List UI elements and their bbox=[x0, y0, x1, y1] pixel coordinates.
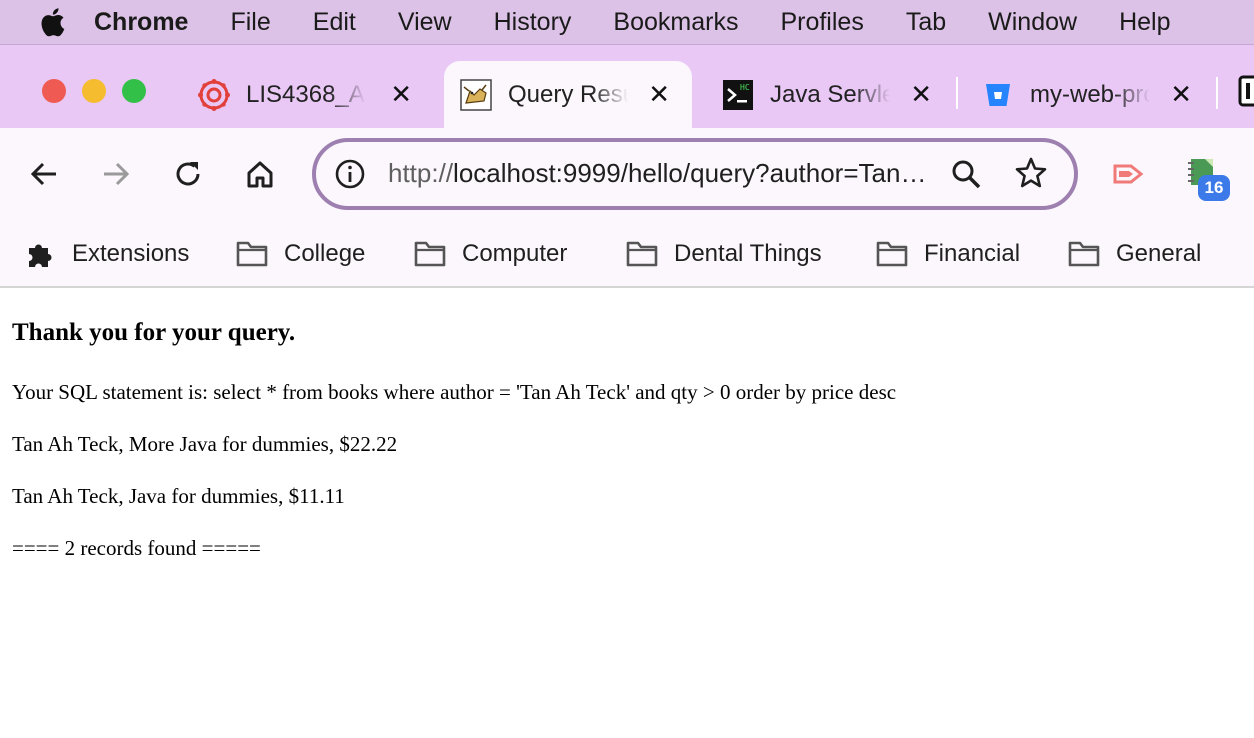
tab-title: Java Servlet bbox=[770, 81, 890, 108]
tab-separator bbox=[1216, 77, 1218, 109]
address-bar[interactable]: http://localhost:9999/hello/query?author… bbox=[312, 138, 1078, 210]
tab-strip: LIS4368_A ✕ Query Results ✕ HC Java Serv… bbox=[0, 44, 1254, 129]
forward-arrow-icon[interactable] bbox=[98, 156, 134, 192]
close-window-button[interactable] bbox=[42, 79, 66, 103]
tab-close-icon[interactable]: ✕ bbox=[910, 81, 932, 107]
bookmark-folder-college[interactable]: College bbox=[236, 234, 365, 274]
extension-badge: 16 bbox=[1198, 175, 1230, 201]
menu-window[interactable]: Window bbox=[988, 8, 1077, 37]
records-summary: ==== 2 records found ===== bbox=[12, 536, 261, 560]
bookmark-folder-computer[interactable]: Computer bbox=[414, 234, 567, 274]
tab-my-web-project[interactable]: my-web-project ✕ bbox=[982, 61, 1192, 129]
bookmark-folder-general[interactable]: General bbox=[1068, 234, 1201, 274]
tab-close-icon[interactable]: ✕ bbox=[648, 81, 670, 107]
menu-view[interactable]: View bbox=[398, 8, 452, 37]
folder-icon bbox=[626, 238, 658, 270]
menu-bookmarks[interactable]: Bookmarks bbox=[613, 8, 738, 37]
minimize-window-button[interactable] bbox=[82, 79, 106, 103]
tab-title: Query Results bbox=[508, 81, 628, 108]
menu-chrome[interactable]: Chrome bbox=[94, 8, 188, 37]
page-heading: Thank you for your query. bbox=[12, 319, 296, 346]
zoom-icon[interactable] bbox=[950, 158, 982, 190]
folder-icon bbox=[414, 238, 446, 270]
bookmark-label: General bbox=[1116, 240, 1202, 267]
tab-close-icon[interactable]: ✕ bbox=[390, 81, 412, 107]
menu-help[interactable]: Help bbox=[1119, 8, 1170, 37]
bookmark-label: College bbox=[284, 240, 366, 267]
home-icon[interactable] bbox=[242, 156, 278, 192]
menu-history[interactable]: History bbox=[494, 8, 572, 37]
result-row: Tan Ah Teck, Java for dummies, $11.11 bbox=[12, 484, 345, 508]
tab-separator bbox=[956, 77, 958, 109]
bookmark-label: Extensions bbox=[72, 240, 190, 267]
terminal-icon: HC bbox=[722, 79, 754, 111]
sql-statement: Your SQL statement is: select * from boo… bbox=[12, 380, 897, 404]
url-path: localhost:9999/hello/query?author=Tan+Ah… bbox=[453, 158, 936, 188]
url-scheme: http:// bbox=[388, 158, 454, 188]
tab-java-servlet[interactable]: HC Java Servlet ✕ bbox=[722, 61, 932, 129]
menu-file[interactable]: File bbox=[230, 8, 270, 37]
bookmark-star-icon[interactable] bbox=[1014, 156, 1048, 190]
canvas-icon bbox=[198, 79, 230, 111]
tab-lis4368[interactable]: LIS4368_A ✕ bbox=[198, 61, 412, 129]
macos-menu-bar: Chrome File Edit View History Bookmarks … bbox=[0, 0, 1254, 44]
bookmark-folder-dental-things[interactable]: Dental Things bbox=[626, 234, 822, 274]
browser-toolbar: http://localhost:9999/hello/query?author… bbox=[0, 128, 1254, 220]
page-content: Thank you for your query. Your SQL state… bbox=[0, 290, 1254, 738]
bookmark-folder-financial[interactable]: Financial bbox=[876, 234, 1020, 274]
puzzle-piece-icon bbox=[24, 238, 56, 270]
tab-title: my-web-project bbox=[1030, 81, 1150, 108]
cast-extension-icon[interactable] bbox=[1112, 156, 1148, 192]
apple-logo-icon[interactable] bbox=[38, 7, 66, 37]
menu-profiles[interactable]: Profiles bbox=[780, 8, 863, 37]
menu-edit[interactable]: Edit bbox=[313, 8, 356, 37]
tab-title: LIS4368_A bbox=[246, 81, 365, 108]
svg-text:HC: HC bbox=[740, 83, 750, 92]
bitbucket-icon bbox=[982, 79, 1014, 111]
bookmark-label: Financial bbox=[924, 240, 1021, 267]
folder-icon bbox=[876, 238, 908, 270]
overflow-tab-icon[interactable] bbox=[1238, 75, 1254, 107]
url-text[interactable]: http://localhost:9999/hello/query?author… bbox=[388, 158, 936, 189]
tab-query-results[interactable]: Query Results ✕ bbox=[444, 61, 692, 129]
bookmark-extensions[interactable]: Extensions bbox=[24, 234, 189, 274]
reload-icon[interactable] bbox=[170, 156, 206, 192]
tab-close-icon[interactable]: ✕ bbox=[1170, 81, 1192, 107]
bookmark-label: Computer bbox=[462, 240, 568, 267]
folder-icon bbox=[1068, 238, 1100, 270]
back-arrow-icon[interactable] bbox=[26, 156, 62, 192]
site-info-icon[interactable] bbox=[334, 158, 366, 190]
fullscreen-window-button[interactable] bbox=[122, 79, 146, 103]
bookmarks-bar: Extensions College Computer Dental Thing… bbox=[0, 220, 1254, 288]
folder-icon bbox=[236, 238, 268, 270]
bookmark-label: Dental Things bbox=[674, 240, 822, 267]
menu-tab[interactable]: Tab bbox=[906, 8, 946, 37]
tomcat-icon bbox=[460, 79, 492, 111]
result-row: Tan Ah Teck, More Java for dummies, $22.… bbox=[12, 432, 398, 456]
